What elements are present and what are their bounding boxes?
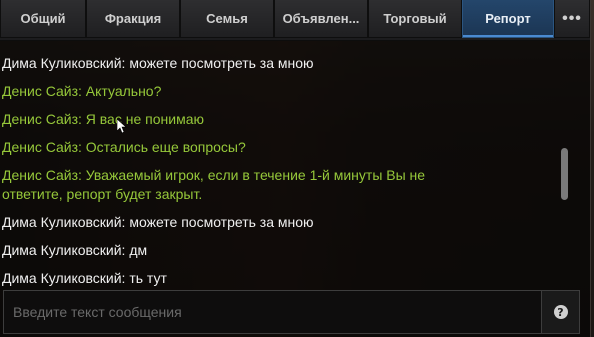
more-tabs-button[interactable]: ••• — [554, 0, 590, 38]
message-input[interactable] — [4, 291, 541, 333]
message-input-row: ? — [3, 290, 580, 334]
tab-report[interactable]: Репорт — [462, 0, 554, 38]
mouse-cursor-icon — [117, 119, 127, 134]
message-line: Денис Сайз: Остались еще вопросы? — [2, 139, 246, 155]
message-line: Дима Куликовский: дм — [2, 242, 148, 258]
message-line: Денис Сайз: Я вас не понимаю — [2, 111, 204, 127]
question-circle-icon: ? — [553, 305, 568, 319]
message-line: Дима Куликовский: можете посмотреть за м… — [2, 214, 314, 230]
message-list[interactable]: Дима Куликовский: можете посмотреть за м… — [0, 48, 560, 288]
message-line: Дима Куликовский: ть тут — [2, 270, 167, 286]
chat-tabs: Общий Фракция Семья Объявлен... Торговый… — [0, 0, 590, 41]
message-line: Денис Сайз: Уважаемый игрок, если в тече… — [2, 167, 426, 202]
tab-faction[interactable]: Фракция — [86, 0, 180, 38]
message-line: Денис Сайз: Актуально? — [2, 83, 162, 99]
message-line: Дима Куликовский: можете посмотреть за м… — [2, 55, 314, 71]
tab-general[interactable]: Общий — [0, 0, 86, 38]
tab-announcements[interactable]: Объявлен... — [274, 0, 368, 38]
tab-trade[interactable]: Торговый — [368, 0, 462, 38]
chat-window: Общий Фракция Семья Объявлен... Торговый… — [0, 0, 591, 337]
message-scrollbar[interactable] — [561, 148, 568, 200]
tab-family[interactable]: Семья — [180, 0, 274, 38]
help-button[interactable]: ? — [541, 291, 579, 333]
